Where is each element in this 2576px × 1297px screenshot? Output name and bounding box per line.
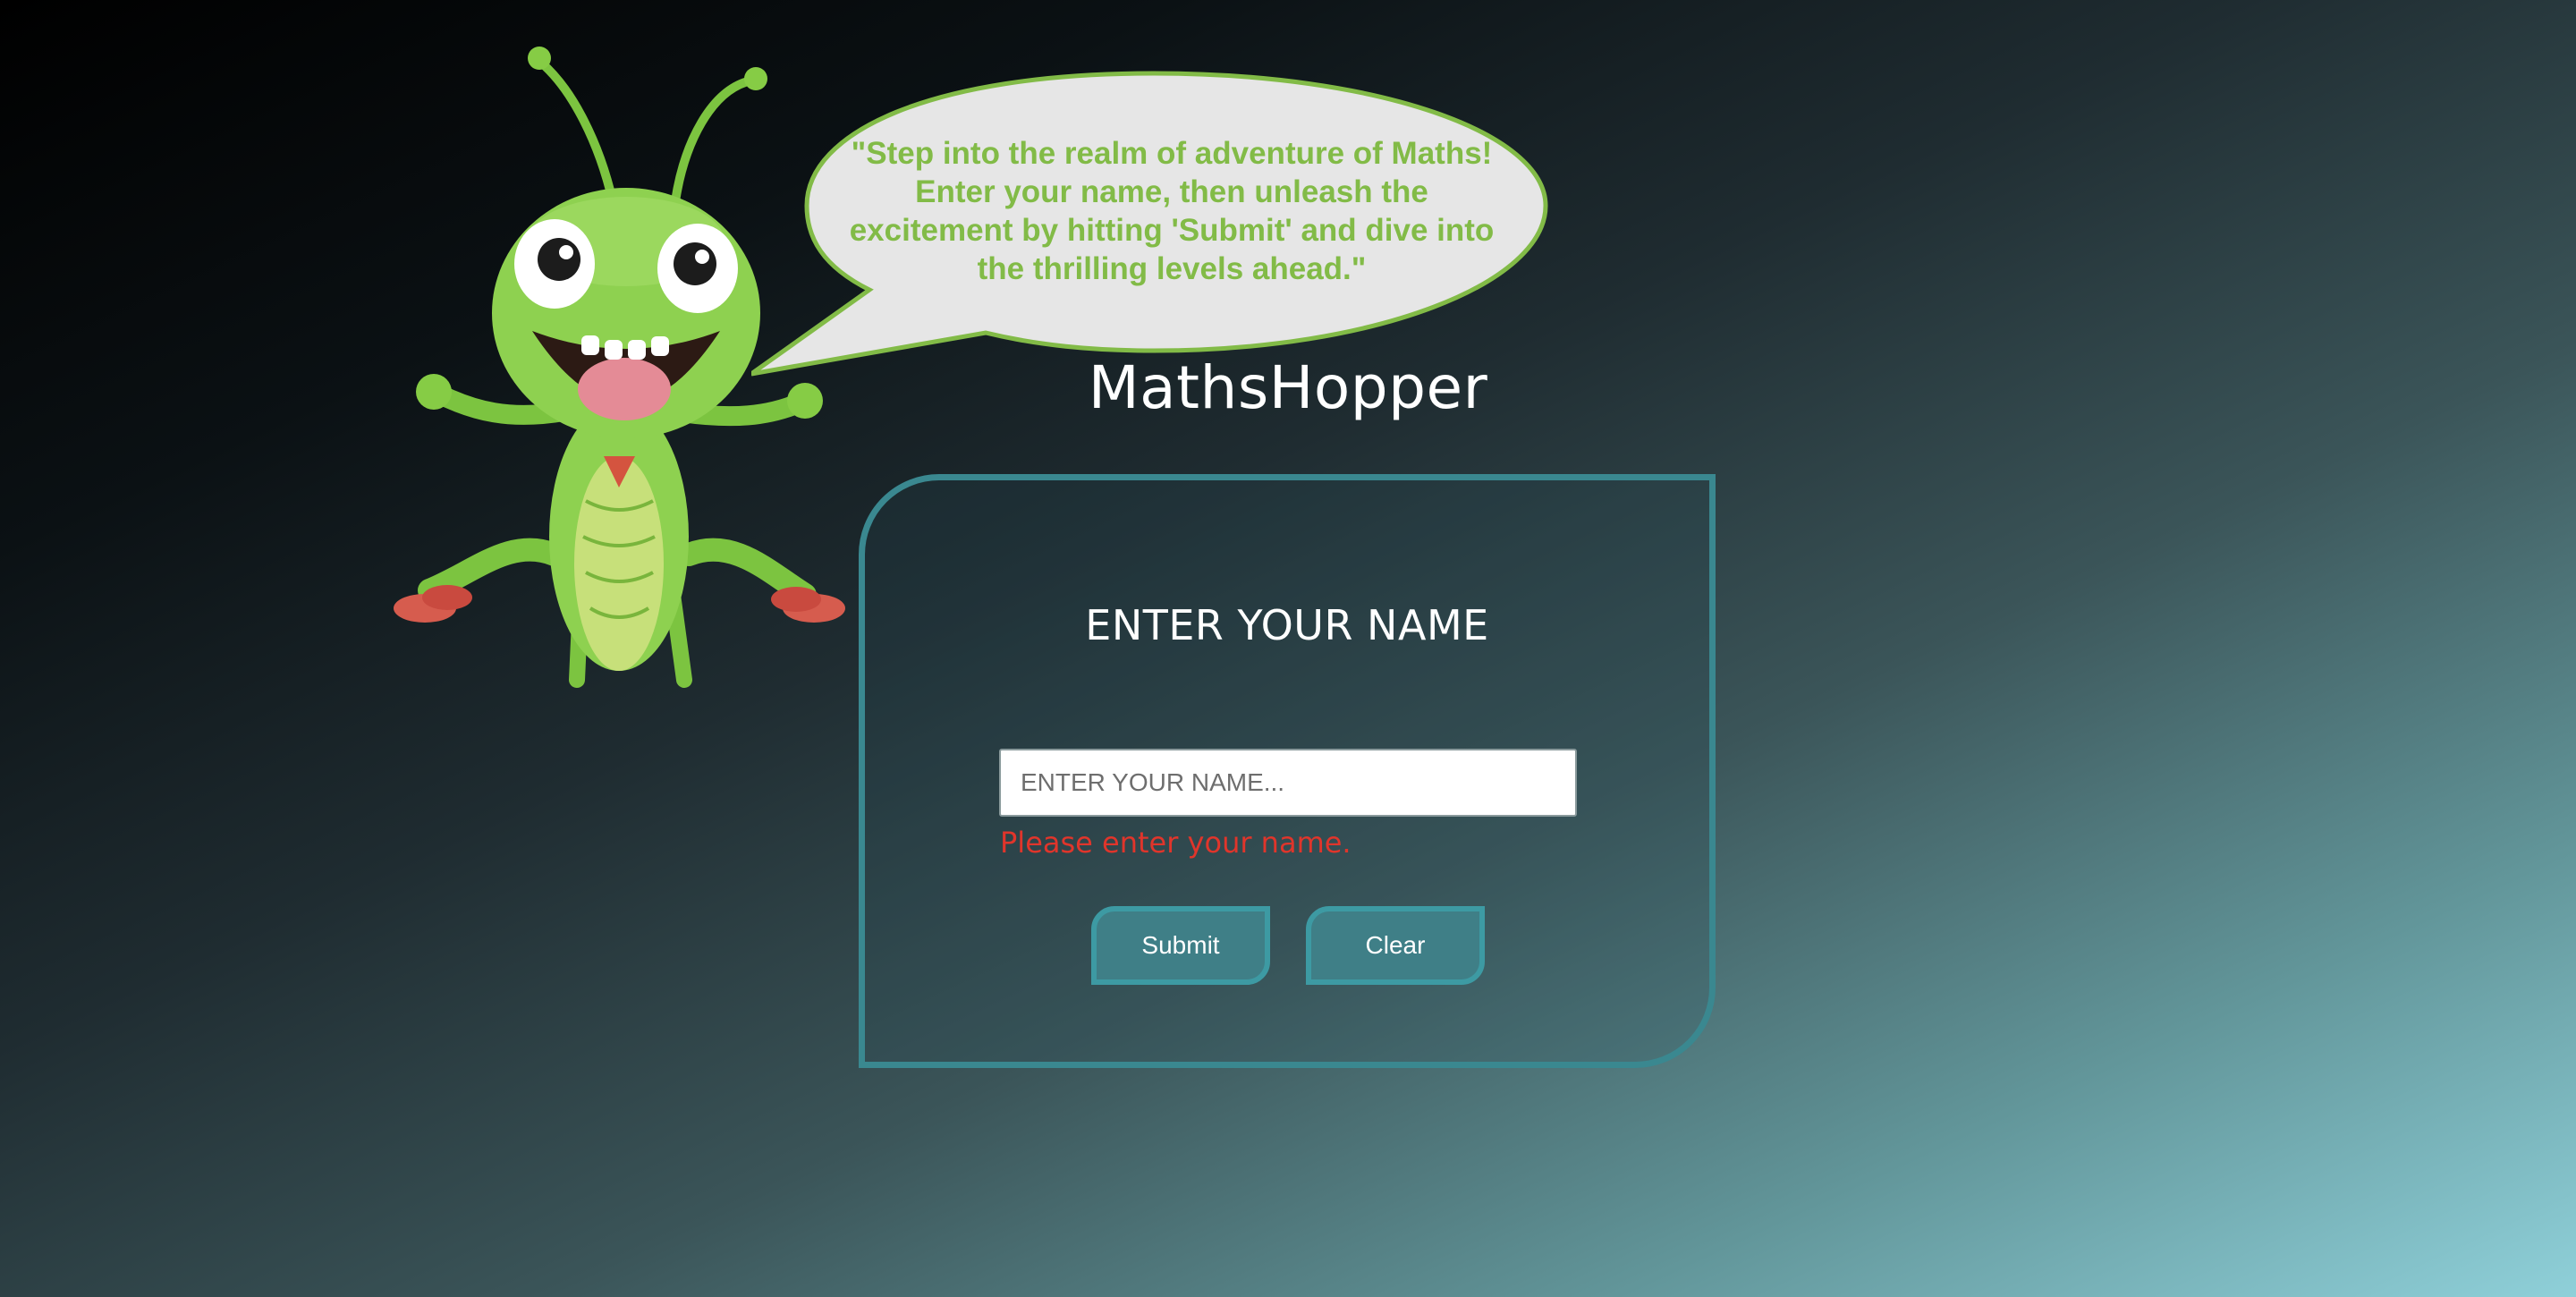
name-form-card: ENTER YOUR NAME Please enter your name. … bbox=[859, 474, 1716, 1068]
app-title: MathsHopper bbox=[1088, 353, 1488, 422]
submit-button[interactable]: Submit bbox=[1091, 906, 1270, 985]
form-heading: ENTER YOUR NAME bbox=[1085, 601, 1489, 649]
name-input[interactable] bbox=[999, 749, 1577, 817]
clear-button[interactable]: Clear bbox=[1306, 906, 1485, 985]
speech-bubble-text: "Step into the realm of adventure of Mat… bbox=[849, 136, 1495, 286]
error-message: Please enter your name. bbox=[1000, 826, 1352, 860]
speech-bubble: "Step into the realm of adventure of Mat… bbox=[751, 70, 1556, 387]
